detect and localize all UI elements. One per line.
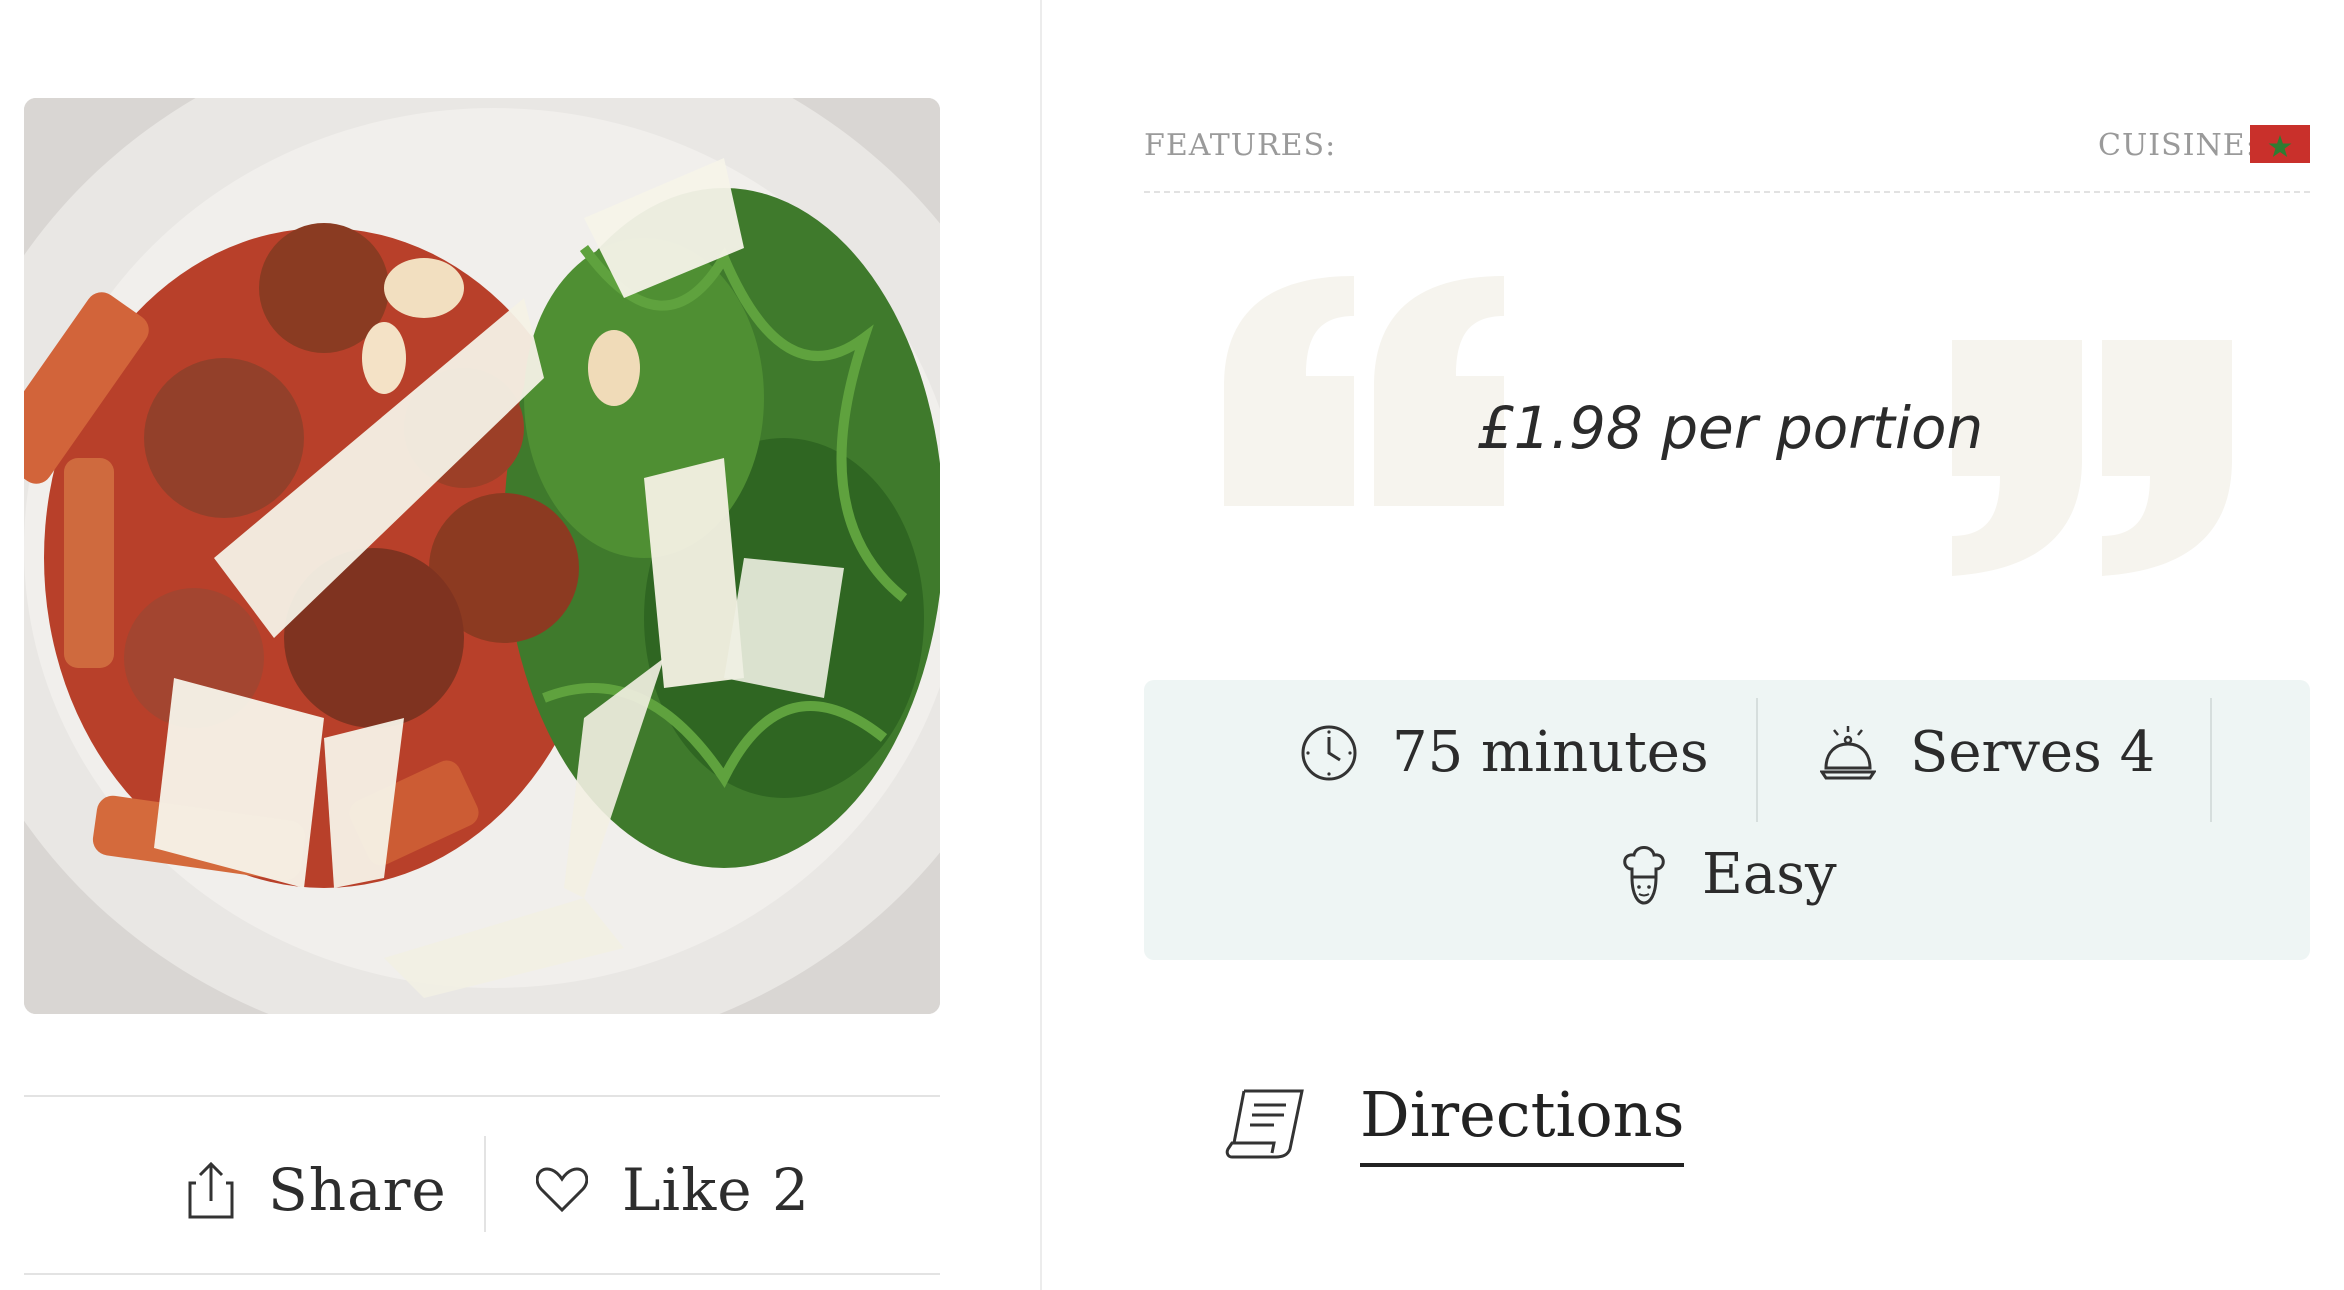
clock-icon [1301,725,1357,780]
meta-divider [1144,191,2310,193]
info-separator [1756,698,1758,822]
recipe-info-box: 75 minutes Serves 4 Easy [1144,680,2310,960]
share-button[interactable]: Share [188,1140,447,1240]
action-separator [484,1136,486,1232]
cuisine-label: CUISINE: [2098,128,2257,163]
difficulty-label: Easy [1702,842,1837,907]
servings-label: Serves 4 [1910,720,2156,785]
features-label: FEATURES: [1144,128,1337,163]
action-bar-bottom-rule [24,1273,940,1275]
like-button[interactable]: Like 2 [536,1140,810,1240]
price-per-portion: £1.98 per portion [1476,394,1984,462]
column-divider [1040,0,1042,1290]
difficulty: Easy [1620,842,1837,907]
recipe-page: Share Like 2 FEATURES: CUISINE: £1.98 pe… [0,0,2344,1290]
recipe-scroll-icon [1225,1089,1304,1158]
chef-hat-icon [1623,845,1665,905]
cook-time-label: 75 minutes [1392,720,1709,785]
recipe-photo [24,98,940,1014]
servings: Serves 4 [1820,720,2155,785]
directions-tab[interactable]: Directions [1224,1078,1685,1167]
share-icon [188,1161,234,1219]
serving-dish-icon [1820,725,1876,779]
action-bar-top-rule [24,1095,940,1097]
info-separator [2210,698,2212,822]
heart-icon [536,1167,588,1213]
cook-time: 75 minutes [1300,720,1709,785]
like-label: Like 2 [622,1156,810,1224]
share-label: Share [268,1156,447,1224]
morocco-flag-icon[interactable] [2250,125,2310,163]
directions-label[interactable]: Directions [1360,1078,1685,1167]
